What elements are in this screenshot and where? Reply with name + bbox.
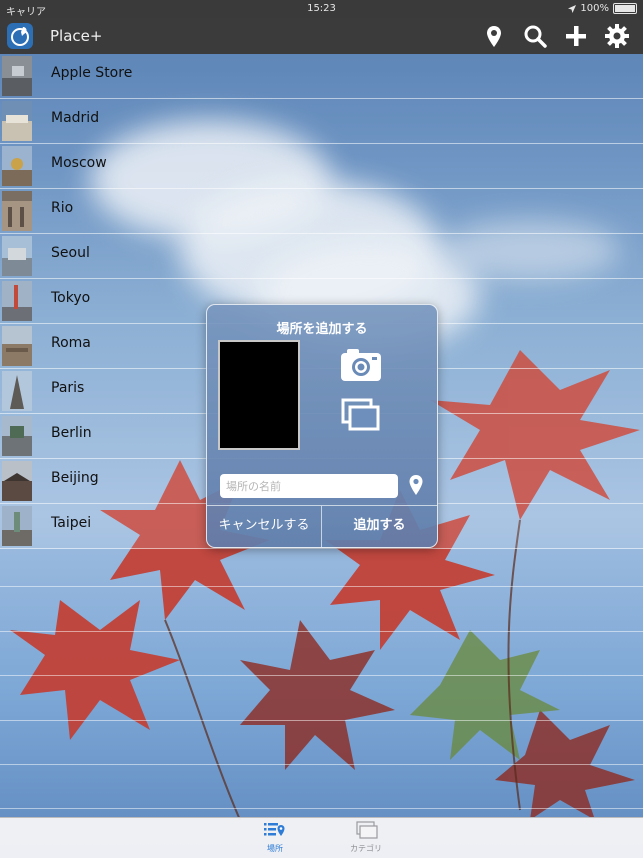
app-logo-icon — [7, 23, 33, 49]
list-item[interactable]: Rio — [0, 189, 643, 234]
dialog-title: 場所を追加する — [276, 322, 368, 337]
gear-icon — [605, 24, 629, 48]
place-thumbnail — [2, 236, 32, 276]
place-name: Rio — [51, 200, 74, 216]
place-thumbnail — [2, 506, 32, 546]
photo-library-icon — [341, 398, 380, 431]
battery-percent: 100% — [580, 3, 609, 14]
place-thumbnail — [2, 326, 32, 366]
status-right: 100% — [568, 3, 637, 14]
list-item[interactable]: Madrid — [0, 99, 643, 144]
place-name: Apple Store — [51, 65, 133, 81]
place-name: Paris — [51, 380, 85, 396]
camera-icon — [341, 349, 381, 381]
photo-preview[interactable] — [218, 340, 300, 450]
current-location-button[interactable] — [407, 473, 425, 499]
place-name-input[interactable] — [220, 474, 398, 498]
screen: キャリア 15:23 100% Place+ Apple Store Madri… — [0, 0, 643, 858]
tab-categories-label: カテゴリ — [350, 844, 382, 853]
plus-icon — [566, 26, 586, 46]
camera-button[interactable] — [339, 347, 383, 383]
place-name: Berlin — [51, 425, 92, 441]
empty-row-separator — [0, 720, 643, 721]
map-pin-button[interactable] — [480, 22, 508, 50]
tab-places[interactable]: 場所 — [245, 821, 305, 854]
tab-categories[interactable]: カテゴリ — [336, 821, 396, 854]
add-place-dialog: 場所を追加する キャンセルする — [206, 304, 438, 548]
place-name: Beijing — [51, 470, 99, 486]
photo-library-button[interactable] — [340, 397, 382, 433]
tab-places-label: 場所 — [267, 844, 283, 853]
place-thumbnail — [2, 281, 32, 321]
battery-icon — [613, 3, 637, 14]
place-thumbnail — [2, 101, 32, 141]
search-icon — [524, 25, 547, 48]
location-arrow-icon — [568, 4, 577, 13]
place-name: Tokyo — [51, 290, 91, 306]
add-button[interactable] — [562, 22, 590, 50]
cancel-button[interactable]: キャンセルする — [207, 506, 322, 547]
list-item[interactable]: Apple Store — [0, 54, 643, 99]
list-pin-icon — [264, 823, 285, 836]
place-name: Taipei — [51, 515, 92, 531]
dialog-buttons: キャンセルする 追加する — [207, 505, 437, 547]
empty-row-separator — [0, 586, 643, 587]
status-bar: キャリア 15:23 100% — [0, 0, 643, 18]
place-thumbnail — [2, 461, 32, 501]
place-name: Madrid — [51, 110, 100, 126]
location-pin-icon — [409, 475, 423, 495]
place-name: Roma — [51, 335, 91, 351]
empty-row-separator — [0, 631, 643, 632]
app-title: Place+ — [50, 27, 103, 45]
stack-icon — [356, 821, 378, 839]
empty-row-separator — [0, 808, 643, 809]
search-button[interactable] — [521, 22, 549, 50]
place-thumbnail — [2, 416, 32, 456]
place-thumbnail — [2, 371, 32, 411]
empty-row-separator — [0, 675, 643, 676]
add-place-button[interactable]: 追加する — [322, 506, 437, 547]
place-thumbnail — [2, 146, 32, 186]
status-time: 15:23 — [307, 3, 336, 14]
place-thumbnail — [2, 191, 32, 231]
settings-button[interactable] — [603, 22, 631, 50]
place-thumbnail — [2, 56, 32, 96]
place-name: Seoul — [51, 245, 90, 261]
list-item[interactable]: Moscow — [0, 144, 643, 189]
list-item[interactable]: Seoul — [0, 234, 643, 279]
tab-bar: 場所 カテゴリ — [0, 817, 643, 858]
empty-row-separator — [0, 764, 643, 765]
place-name: Moscow — [51, 155, 107, 171]
location-pin-icon — [487, 26, 501, 47]
nav-bar: Place+ — [0, 18, 643, 54]
